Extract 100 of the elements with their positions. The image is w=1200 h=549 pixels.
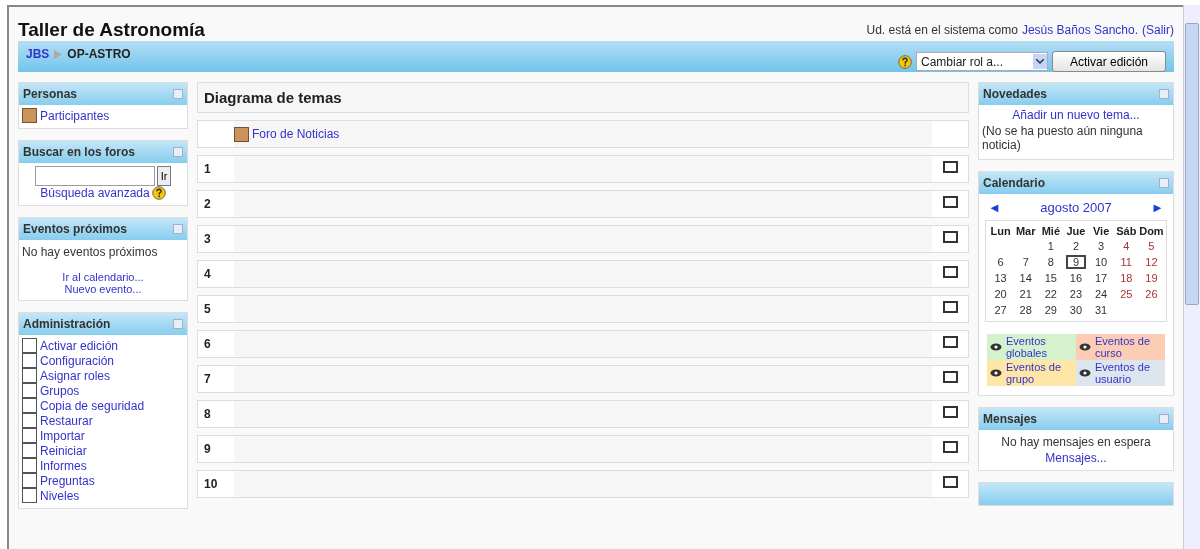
section-number: 2 [198, 191, 234, 217]
block-title: Mensajes [983, 412, 1038, 426]
section-number: 6 [198, 331, 234, 357]
breadcrumb-link[interactable]: JBS [26, 47, 50, 61]
calendar-day[interactable]: 23 [1063, 287, 1089, 301]
breadcrumb-link[interactable]: OP-ASTRO [67, 47, 131, 61]
messages-link[interactable]: Mensajes... [1045, 451, 1107, 465]
legend-item[interactable]: Eventos de grupo [987, 360, 1076, 386]
block-title: Personas [23, 87, 78, 101]
weekday-label: Jue [1065, 225, 1087, 237]
calendar-day[interactable]: 18 [1113, 271, 1139, 285]
event-link[interactable]: Nuevo evento... [64, 283, 142, 295]
calendar-day[interactable]: 13 [988, 271, 1014, 285]
calendar-day[interactable]: 31 [1088, 303, 1114, 317]
weekday-label: Mar [1014, 225, 1037, 237]
calendar-day[interactable]: 25 [1113, 287, 1139, 301]
square-icon[interactable] [942, 406, 958, 418]
calendar-day[interactable]: 29 [1038, 303, 1064, 317]
calendar-day[interactable]: 27 [988, 303, 1014, 317]
admin-link[interactable]: Restaurar [40, 413, 93, 428]
add-topic-link[interactable]: Añadir un nuevo tema... [1012, 108, 1140, 122]
block-title: Buscar en los foros [23, 145, 136, 159]
square-icon[interactable] [942, 371, 958, 383]
calendar-day[interactable]: 16 [1063, 271, 1089, 285]
previous-month-link[interactable]: ◄ [988, 200, 1001, 215]
participants-link[interactable]: Participantes [40, 108, 110, 123]
admin-link[interactable]: Niveles [40, 488, 80, 503]
admin-link[interactable]: Activar edición [40, 338, 119, 353]
admin-link[interactable]: Reiniciar [40, 443, 87, 458]
calendar-day[interactable]: 8 [1038, 255, 1064, 269]
square-icon[interactable] [942, 231, 958, 243]
edit-button[interactable]: Activar edición [1052, 51, 1166, 72]
admin-link[interactable]: Informes [40, 458, 87, 473]
calendar-day[interactable]: 6 [988, 255, 1014, 269]
admin-link[interactable]: Asignar roles [40, 368, 111, 383]
section-number: 9 [198, 436, 234, 462]
calendar-day[interactable]: 14 [1013, 271, 1039, 285]
login-text: Ud. está en el sistema como [866, 23, 1018, 37]
logout-link[interactable]: (Salir) [1142, 23, 1174, 37]
event-link[interactable]: Ir al calendario... [62, 271, 144, 283]
section-number: 3 [198, 226, 234, 252]
square-icon[interactable] [942, 476, 958, 488]
help-icon[interactable] [151, 186, 166, 200]
separator-icon [54, 49, 63, 59]
forum-link[interactable]: Foro de Noticias [252, 127, 340, 141]
calendar-day[interactable]: 26 [1138, 287, 1164, 301]
calendar-day[interactable]: 21 [1013, 287, 1039, 301]
legend-item[interactable]: Eventos de curso [1076, 334, 1165, 360]
calendar-day[interactable]: 5 [1138, 239, 1164, 253]
admin-link[interactable]: Copia de seguridad [40, 398, 145, 413]
calendar-day[interactable]: 24 [1088, 287, 1114, 301]
calendar-day[interactable]: 11 [1113, 255, 1139, 269]
square-icon[interactable] [942, 336, 958, 348]
calendar-day[interactable]: 15 [1038, 271, 1064, 285]
calendar-day[interactable]: 22 [1038, 287, 1064, 301]
block-title: Novedades [983, 87, 1048, 101]
square-icon[interactable] [942, 161, 958, 173]
scrollbar[interactable] [1183, 5, 1200, 549]
admin-link[interactable]: Preguntas [40, 473, 95, 488]
block-title: Eventos próximos [23, 222, 128, 236]
advanced-search-link[interactable]: Búsqueda avanzada [40, 186, 150, 200]
role-select[interactable]: Cambiar rol a... [916, 52, 1048, 71]
calendar-day[interactable]: 19 [1138, 271, 1164, 285]
section-number: 10 [198, 471, 234, 497]
weekday-label: Mié [1040, 225, 1061, 237]
calendar-day[interactable]: 2 [1063, 239, 1089, 253]
calendar-day[interactable]: 4 [1113, 239, 1139, 253]
month-title[interactable]: agosto 2007 [1040, 200, 1112, 215]
calendar-day[interactable]: 28 [1013, 303, 1039, 317]
calendar-day[interactable]: 1 [1038, 239, 1064, 253]
help-icon[interactable] [898, 54, 912, 69]
legend-item[interactable]: Eventos de usuario [1076, 360, 1165, 386]
calendar-day[interactable]: 12 [1138, 255, 1164, 269]
eye-icon [1079, 369, 1091, 377]
go-button[interactable]: Ir [157, 166, 171, 186]
admin-link[interactable]: Configuración [40, 353, 115, 368]
calendar-day[interactable]: 10 [1088, 255, 1114, 269]
admin-link[interactable]: Importar [40, 428, 85, 443]
weekday-label: Sáb [1115, 225, 1138, 237]
search-field[interactable] [35, 166, 155, 186]
user-link[interactable]: Jesús Baños Sancho. [1021, 23, 1138, 37]
block-title: Calendario [983, 176, 1045, 190]
square-icon[interactable] [942, 266, 958, 278]
square-icon[interactable] [942, 196, 958, 208]
topics-title: Diagrama de temas [204, 89, 342, 106]
calendar-day[interactable]: 7 [1013, 255, 1039, 269]
section-number: 7 [198, 366, 234, 392]
square-icon[interactable] [942, 441, 958, 453]
no-messages-text: No hay mensajes en espera [1001, 434, 1151, 451]
calendar-day[interactable]: 3 [1088, 239, 1114, 253]
next-month-link[interactable]: ► [1151, 200, 1164, 215]
admin-link[interactable]: Grupos [40, 383, 80, 398]
calendar-day[interactable]: 20 [988, 287, 1014, 301]
calendar-day[interactable]: 9 [1066, 255, 1086, 269]
eye-icon [1079, 343, 1091, 351]
calendar-day[interactable]: 30 [1063, 303, 1089, 317]
legend-item[interactable]: Eventos globales [987, 334, 1076, 360]
calendar-day[interactable]: 17 [1088, 271, 1114, 285]
block-title: Administración [23, 317, 111, 331]
square-icon[interactable] [942, 301, 958, 313]
